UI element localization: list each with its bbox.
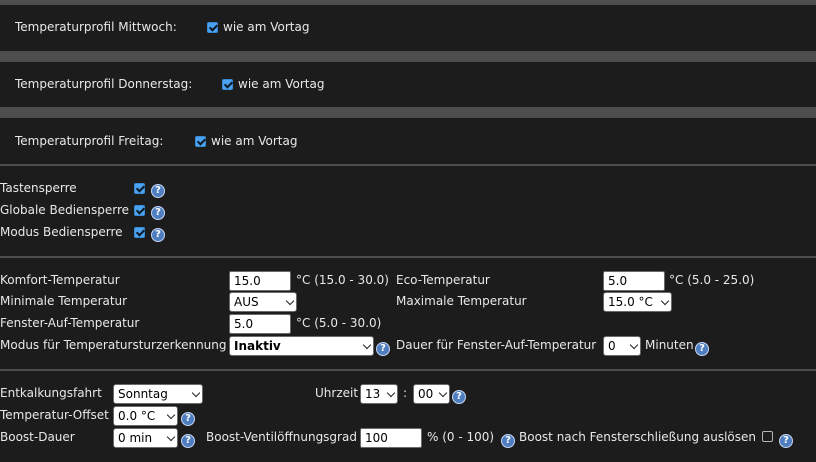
eco-temp-range: °C (5.0 - 25.0) — [669, 273, 755, 287]
chevron-down-icon — [660, 296, 670, 306]
offset-label: Temperatur-Offset — [0, 408, 109, 422]
checkbox-icon[interactable] — [762, 431, 773, 442]
help-icon[interactable]: ? — [779, 434, 793, 448]
section-divider — [0, 369, 816, 371]
max-temp-value: 15.0 °C — [608, 295, 653, 309]
checkbox-icon[interactable] — [134, 205, 145, 216]
help-icon[interactable]: ? — [452, 390, 466, 404]
chevron-down-icon — [166, 432, 176, 442]
section-separator — [0, 51, 816, 62]
decalc-label: Entkalkungsfahrt — [0, 386, 102, 400]
chevron-down-icon — [166, 410, 176, 420]
drop-mode-label: Modus für Temperatursturzerkennung — [0, 338, 227, 352]
window-temp-input[interactable]: 5.0 — [229, 314, 291, 334]
boost-window-label: Boost nach Fensterschließung auslösen — [519, 430, 757, 444]
decalc-select[interactable]: Sonntag — [113, 384, 203, 404]
section-separator — [0, 0, 816, 5]
section-divider — [0, 164, 816, 166]
profile-label-friday: Temperaturprofil Freitag: — [15, 134, 164, 148]
help-icon[interactable]: ? — [501, 434, 515, 448]
help-icon[interactable]: ? — [151, 228, 165, 242]
boost-valve-label: Boost-Ventilöffnungsgrad — [206, 430, 357, 444]
chevron-down-icon — [191, 388, 201, 398]
comfort-temp-label: Komfort-Temperatur — [0, 273, 120, 287]
key-lock-label: Tastensperre — [0, 181, 77, 195]
window-duration-value: 0 — [608, 339, 616, 353]
minute-value: 00 — [418, 387, 434, 401]
help-icon[interactable]: ? — [695, 342, 709, 356]
decalc-value: Sonntag — [118, 387, 168, 401]
drop-mode-value: Inaktiv — [234, 339, 281, 353]
checkbox-icon[interactable] — [134, 183, 145, 194]
window-temp-range: °C (5.0 - 30.0) — [296, 316, 382, 330]
max-temp-label: Maximale Temperatur — [396, 294, 527, 308]
window-duration-select[interactable]: 0 — [603, 336, 641, 356]
mode-lock-label: Modus Bediensperre — [0, 225, 123, 239]
checkbox-icon[interactable] — [222, 79, 233, 90]
window-duration-label: Dauer für Fenster-Auf-Temperatur — [396, 338, 597, 352]
time-separator: : — [403, 386, 408, 400]
min-temp-label: Minimale Temperatur — [0, 294, 128, 308]
chevron-down-icon — [386, 388, 396, 398]
offset-value: 0.0 °C — [118, 409, 156, 423]
eco-temp-label: Eco-Temperatur — [396, 273, 490, 287]
chevron-down-icon — [362, 340, 372, 350]
profile-checkbox-label: wie am Vortag — [238, 77, 325, 91]
eco-temp-input[interactable]: 5.0 — [603, 271, 665, 291]
offset-select[interactable]: 0.0 °C — [113, 406, 178, 426]
profile-label-thursday: Temperaturprofil Donnerstag: — [15, 77, 193, 91]
hour-select[interactable]: 13 — [360, 384, 398, 404]
boost-duration-value: 0 min — [118, 431, 153, 445]
comfort-temp-input[interactable]: 15.0 — [229, 271, 291, 291]
checkbox-icon[interactable] — [207, 22, 218, 33]
profile-label-wednesday: Temperaturprofil Mittwoch: — [15, 20, 177, 34]
help-icon[interactable]: ? — [376, 342, 390, 356]
boost-duration-select[interactable]: 0 min — [113, 428, 178, 448]
window-temp-label: Fenster-Auf-Temperatur — [0, 316, 140, 330]
chevron-down-icon — [629, 340, 639, 350]
boost-duration-label: Boost-Dauer — [0, 430, 75, 444]
max-temp-select[interactable]: 15.0 °C — [603, 292, 672, 312]
checkbox-icon[interactable] — [134, 227, 145, 238]
section-divider — [0, 256, 816, 258]
minute-select[interactable]: 00 — [413, 384, 450, 404]
help-icon[interactable]: ? — [151, 184, 165, 198]
boost-valve-input[interactable]: 100 — [360, 428, 422, 448]
chevron-down-icon — [285, 296, 295, 306]
time-label: Uhrzeit — [315, 386, 359, 400]
comfort-temp-range: °C (15.0 - 30.0) — [296, 273, 389, 287]
help-icon[interactable]: ? — [181, 434, 195, 448]
profile-checkbox-label: wie am Vortag — [211, 134, 298, 148]
hour-value: 13 — [365, 387, 381, 401]
help-icon[interactable]: ? — [181, 412, 195, 426]
global-lock-label: Globale Bediensperre — [0, 203, 130, 217]
help-icon[interactable]: ? — [151, 206, 165, 220]
min-temp-select[interactable]: AUS — [229, 292, 297, 312]
window-duration-unit: Minuten — [645, 338, 694, 352]
chevron-down-icon — [438, 388, 448, 398]
checkbox-icon[interactable] — [195, 136, 206, 147]
drop-mode-select[interactable]: Inaktiv — [229, 336, 374, 356]
boost-valve-range: % (0 - 100) — [427, 430, 495, 444]
min-temp-value: AUS — [234, 295, 259, 309]
section-separator — [0, 107, 816, 118]
profile-checkbox-label: wie am Vortag — [223, 20, 310, 34]
